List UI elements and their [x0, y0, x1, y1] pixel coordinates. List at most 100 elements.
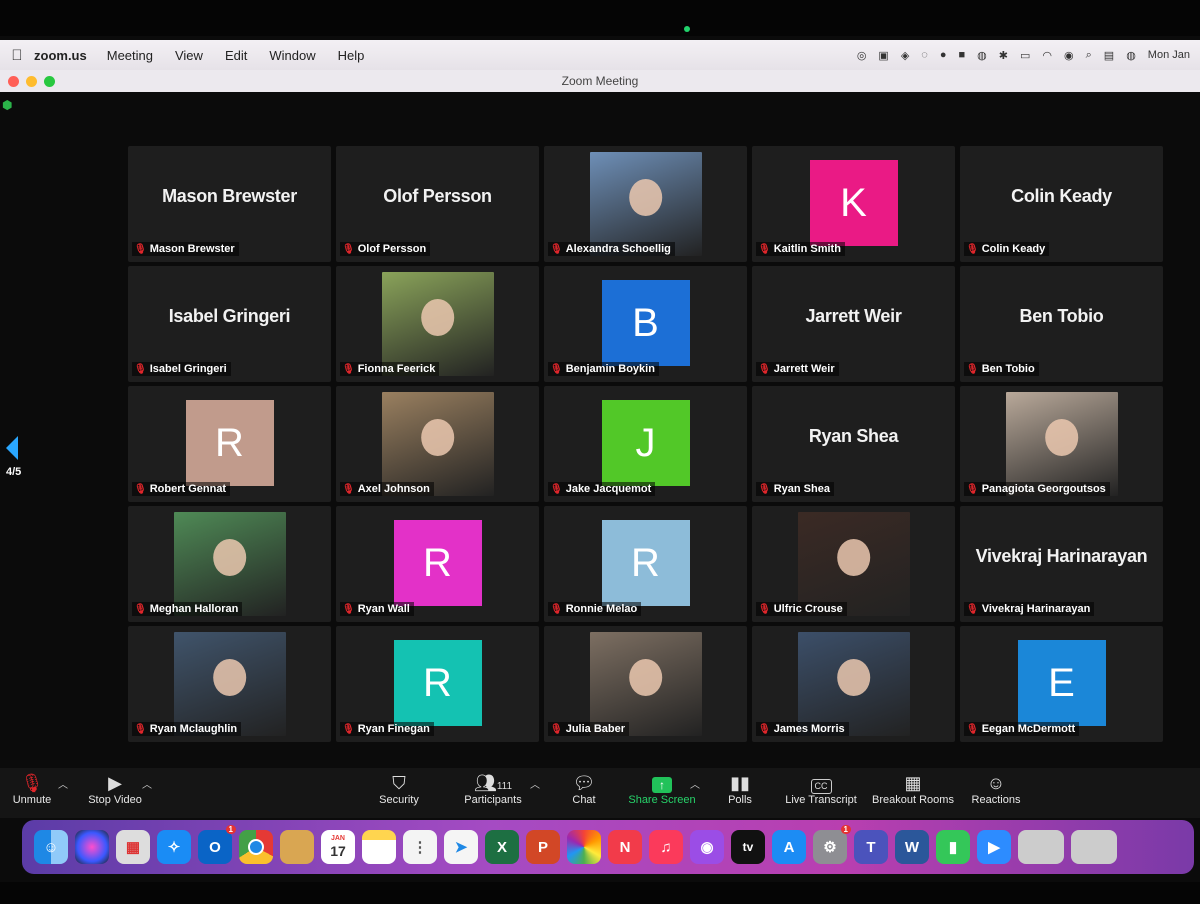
participant-name-text: Jarrett Weir — [773, 363, 835, 375]
control-center-icon[interactable]: ▤ — [1104, 49, 1114, 62]
podcasts-icon[interactable]: ◉ — [690, 830, 724, 864]
notes-icon[interactable] — [362, 830, 396, 864]
page-indicator: 4/5 — [6, 466, 22, 478]
video-status-icon[interactable]: ▣ — [878, 49, 888, 62]
zoom-status-icon[interactable]: ◎ — [857, 49, 867, 62]
outlook-icon[interactable]: O1 — [198, 825, 236, 864]
apple-tv-icon[interactable]: tv — [731, 830, 765, 864]
meeting-toolbar: 🎙︎ Unmute ︿ ▶︎ Stop Video ︿ ⛉ Security 👥… — [0, 768, 1200, 818]
participant-display-name: Jarrett Weir — [805, 306, 902, 326]
security-button[interactable]: ⛉ Security — [372, 772, 426, 806]
excel-icon[interactable]: X — [485, 830, 519, 864]
powerpoint-icon[interactable]: P — [526, 830, 560, 864]
encryption-shield-icon[interactable]: ⬢ — [2, 98, 12, 112]
menu-help[interactable]: Help — [338, 48, 365, 63]
reactions-button[interactable]: ☺ Reactions — [968, 772, 1024, 806]
participant-name-text: Isabel Gringeri — [149, 363, 227, 375]
wifi-icon[interactable]: ◠ — [1042, 49, 1052, 62]
chat-button[interactable]: 💬︎ Chat — [566, 772, 602, 806]
participant-display-name: Isabel Gringeri — [168, 306, 291, 326]
participant-video-photo — [797, 632, 910, 736]
stop-video-button[interactable]: ▶︎ Stop Video — [82, 772, 148, 806]
reminders-icon[interactable]: ⋮ — [403, 830, 437, 864]
menubar-clock[interactable]: Mon Jan — [1148, 49, 1190, 61]
polls-button[interactable]: ▮▮ Polls — [722, 772, 758, 806]
participant-tile[interactable]: 🎙︎ Ryan Mclaughlin — [128, 626, 331, 742]
participant-tile[interactable]: R 🎙︎ Ryan Wall — [336, 506, 539, 622]
participant-tile[interactable]: K 🎙︎ Kaitlin Smith — [752, 146, 955, 262]
system-preferences-icon[interactable]: ⚙ 1 — [813, 825, 851, 864]
menu-view[interactable]: View — [175, 48, 203, 63]
teams-icon[interactable]: T — [854, 830, 888, 864]
folder-app-icon[interactable] — [280, 830, 314, 864]
participant-tile[interactable]: 🎙︎ Axel Johnson — [336, 386, 539, 502]
shield-status-icon[interactable]: ◈ — [901, 49, 909, 62]
participant-tile[interactable]: Ben Tobio 🎙︎ Ben Tobio — [960, 266, 1163, 382]
previous-page-icon[interactable] — [6, 436, 18, 460]
menu-meeting[interactable]: Meeting — [107, 48, 153, 63]
participant-name-text: Kaitlin Smith — [773, 243, 841, 255]
siri-app-icon[interactable] — [75, 830, 109, 864]
bluetooth-icon[interactable]: ✱ — [999, 49, 1008, 62]
cc-status-icon[interactable]: ◌ — [921, 49, 928, 61]
participant-tile[interactable]: 🎙︎ Ulfric Crouse — [752, 506, 955, 622]
muted-mic-icon: 🎙︎ — [550, 243, 563, 255]
chrome-icon[interactable] — [239, 830, 273, 864]
participants-button[interactable]: 👥︎111 Participants — [458, 772, 528, 806]
music-icon[interactable]: ♫ — [649, 830, 683, 864]
participant-tile[interactable]: Olof Persson 🎙︎ Olof Persson — [336, 146, 539, 262]
app-status-icon[interactable]: ● — [940, 49, 947, 61]
participants-caret-icon[interactable]: ︿ — [530, 776, 540, 791]
participant-tile[interactable]: Jarrett Weir 🎙︎ Jarrett Weir — [752, 266, 955, 382]
participant-tile[interactable]: Ryan Shea 🎙︎ Ryan Shea — [752, 386, 955, 502]
gallery-pager[interactable]: 4/5 — [6, 436, 21, 478]
share-options-caret-icon[interactable]: ︿ — [690, 776, 700, 791]
participant-tile[interactable]: R 🎙︎ Robert Gennat — [128, 386, 331, 502]
participant-tile[interactable]: Mason Brewster 🎙︎ Mason Brewster — [128, 146, 331, 262]
video-options-caret-icon[interactable]: ︿ — [142, 776, 152, 791]
battery-icon[interactable]: ▭ — [1020, 49, 1030, 62]
minimized-window-2[interactable] — [1071, 830, 1117, 864]
participant-tile[interactable]: 🎙︎ Alexandra Schoellig — [544, 146, 747, 262]
participant-tile[interactable]: 🎙︎ Panagiota Georgoutsos — [960, 386, 1163, 502]
globe-icon[interactable]: ◍ — [977, 49, 987, 62]
numbers-icon[interactable]: ▮ — [936, 830, 970, 864]
maps-icon[interactable]: ➤ — [444, 830, 478, 864]
participant-tile[interactable]: B 🎙︎ Benjamin Boykin — [544, 266, 747, 382]
participant-name-text: Ryan Shea — [773, 483, 830, 495]
user-icon[interactable]: ◉ — [1064, 49, 1074, 62]
bi-status-icon[interactable]: ■ — [959, 49, 966, 61]
participant-tile[interactable]: R 🎙︎ Ryan Finegan — [336, 626, 539, 742]
search-icon[interactable]: ⌕ — [1086, 49, 1092, 62]
live-transcript-button[interactable]: CC Live Transcript — [782, 772, 860, 806]
participant-tile[interactable]: 🎙︎ Julia Baber — [544, 626, 747, 742]
zoom-app-icon[interactable]: ▶ — [977, 830, 1011, 864]
participant-tile[interactable]: Colin Keady 🎙︎ Colin Keady — [960, 146, 1163, 262]
word-icon[interactable]: W — [895, 830, 929, 864]
participant-tile[interactable]: Vivekraj Harinarayan 🎙︎ Vivekraj Harinaray… — [960, 506, 1163, 622]
menu-app-name[interactable]: zoom.us — [34, 48, 87, 63]
audio-options-caret-icon[interactable]: ︿ — [58, 776, 68, 791]
app-store-icon[interactable]: A — [772, 830, 806, 864]
calendar-icon[interactable]: JAN 17 — [321, 830, 355, 864]
safari-icon[interactable]: ✧ — [157, 830, 191, 864]
participant-tile[interactable]: 🎙︎ Meghan Halloran — [128, 506, 331, 622]
unmute-button[interactable]: 🎙︎ Unmute — [8, 772, 56, 806]
share-screen-button[interactable]: ↑ Share Screen — [626, 772, 698, 806]
menu-window[interactable]: Window — [269, 48, 315, 63]
news-icon[interactable]: N — [608, 830, 642, 864]
participant-tile[interactable]: R 🎙︎ Ronnie Melao — [544, 506, 747, 622]
participant-tile[interactable]: Isabel Gringeri 🎙︎ Isabel Gringeri — [128, 266, 331, 382]
finder-icon[interactable]: ☺ — [34, 830, 68, 864]
menu-edit[interactable]: Edit — [225, 48, 247, 63]
photos-icon[interactable] — [567, 830, 601, 864]
apple-icon[interactable]:  — [0, 47, 34, 64]
participant-tile[interactable]: E 🎙︎ Eegan McDermott — [960, 626, 1163, 742]
breakout-rooms-button[interactable]: ▦ Breakout Rooms — [870, 772, 956, 806]
siri-icon[interactable]: ◍ — [1126, 49, 1136, 62]
launchpad-icon[interactable]: ▦ — [116, 830, 150, 864]
participant-tile[interactable]: 🎙︎ Fionna Feerick — [336, 266, 539, 382]
minimized-window-1[interactable] — [1018, 830, 1064, 864]
participant-tile[interactable]: J 🎙︎ Jake Jacquemot — [544, 386, 747, 502]
participant-tile[interactable]: 🎙︎ James Morris — [752, 626, 955, 742]
